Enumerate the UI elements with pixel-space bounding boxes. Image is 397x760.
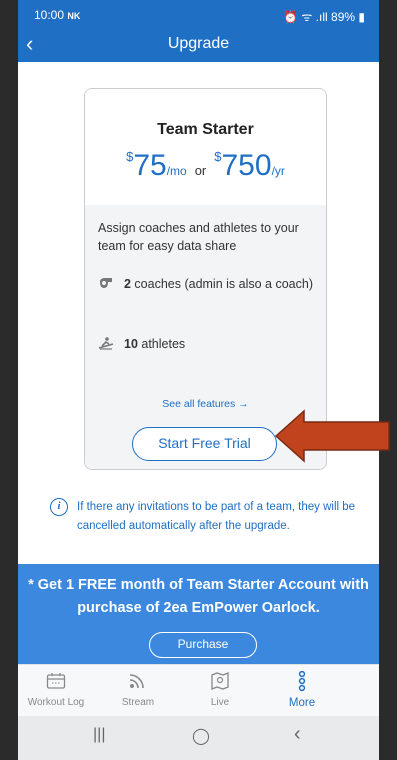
tab-more[interactable]: More (266, 670, 338, 709)
price-month-unit: /mo (166, 164, 187, 178)
plan-price: $75/mo or$750/yr (85, 149, 326, 183)
bottom-tab-bar: Workout Log Stream Live More (18, 664, 379, 716)
main-content: Team Starter $75/mo or$750/yr Assign coac… (18, 62, 379, 564)
price-month: 75 (133, 149, 167, 182)
feature-coaches-count: 2 (124, 277, 131, 291)
status-indicators: ⏰ ᯤ .ıll 89% ▮ (283, 10, 365, 24)
notice-text: If there any invitations to be part of a… (77, 501, 356, 532)
plan-name: Team Starter (157, 121, 254, 138)
nav-back-icon[interactable]: ‹ (294, 723, 301, 746)
status-bar: 10:00 NK ⏰ ᯤ .ıll 89% ▮ (18, 0, 379, 28)
status-carrier: NK (67, 11, 81, 21)
more-icon (266, 670, 338, 697)
annotation-arrow-icon (274, 409, 390, 463)
tab-workout-log[interactable]: Workout Log (20, 671, 92, 708)
price-year-unit: /yr (271, 164, 285, 178)
feature-coaches-text: coaches (admin is also a coach) (130, 277, 313, 291)
home-icon[interactable]: ◯ (192, 726, 210, 746)
tab-live[interactable]: Live (184, 671, 256, 708)
system-nav-bar: ||| ◯ ‹ (18, 716, 379, 760)
status-time: 10:00 NK (34, 8, 81, 22)
purchase-button[interactable]: Purchase (149, 632, 257, 658)
plan-description: Assign coaches and athletes to your team… (98, 221, 299, 253)
promo-banner: * Get 1 FREE month of Team Starter Accou… (18, 564, 379, 664)
tab-more-label: More (288, 697, 316, 709)
promo-text: * Get 1 FREE month of Team Starter Accou… (28, 577, 369, 616)
feature-athletes-text: athletes (137, 337, 186, 351)
price-or: or (194, 163, 207, 178)
plan-card-header: Team Starter $75/mo or$750/yr (85, 89, 326, 205)
map-icon (184, 671, 256, 697)
rower-icon (98, 336, 114, 350)
tab-stream[interactable]: Stream (102, 671, 174, 708)
app-bar: ‹ Upgrade (18, 28, 379, 62)
price-year-currency: $ (214, 149, 222, 164)
phone-screen: 10:00 NK ⏰ ᯤ .ıll 89% ▮ ‹ Upgrade Team S… (18, 0, 379, 760)
tab-stream-label: Stream (121, 697, 155, 708)
feature-athletes-count: 10 (124, 337, 138, 351)
price-year: 750 (221, 149, 272, 182)
tab-live-label: Live (210, 697, 230, 708)
start-free-trial-button[interactable]: Start Free Trial (132, 427, 277, 461)
info-icon: i (50, 498, 68, 516)
page-title: Upgrade (167, 35, 230, 52)
rss-icon (102, 671, 174, 697)
whistle-icon (98, 276, 114, 290)
recents-icon[interactable]: ||| (93, 726, 105, 744)
tab-workout-log-label: Workout Log (27, 697, 85, 708)
calendar-icon (20, 671, 92, 697)
